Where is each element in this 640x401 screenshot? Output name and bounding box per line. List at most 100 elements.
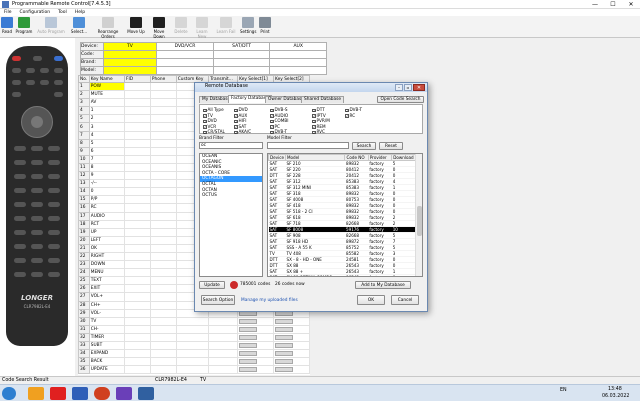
grid-cell[interactable] bbox=[149, 340, 177, 351]
filter-checkbox[interactable]: ✓RVC bbox=[312, 129, 325, 134]
grid-cell[interactable] bbox=[124, 154, 151, 164]
grid-cell[interactable] bbox=[124, 349, 151, 359]
grid-cell[interactable] bbox=[149, 130, 177, 140]
grid-cell[interactable] bbox=[149, 276, 177, 286]
maximize-button[interactable]: ☐ bbox=[604, 0, 622, 9]
grid-cell[interactable] bbox=[149, 146, 177, 156]
model-table-scrollbar[interactable] bbox=[415, 154, 422, 276]
grid-cell[interactable] bbox=[149, 114, 177, 124]
grid-cell[interactable] bbox=[124, 90, 151, 100]
learn-fail-button[interactable]: Learn Fail bbox=[214, 17, 238, 37]
move-down-button[interactable]: Move Down bbox=[148, 17, 170, 39]
grid-cell[interactable] bbox=[175, 332, 210, 343]
grid-cell[interactable] bbox=[149, 106, 177, 116]
key-name-cell[interactable]: AUDIO bbox=[88, 211, 126, 221]
filter-checkbox[interactable]: ✓AUX bbox=[234, 113, 247, 118]
grid-cell[interactable] bbox=[175, 349, 210, 359]
list-item[interactable]: OCTUS bbox=[200, 193, 262, 199]
grid-cell[interactable] bbox=[149, 195, 177, 205]
grid-cell[interactable] bbox=[124, 138, 151, 148]
key-name-cell[interactable]: UPDATE bbox=[88, 365, 126, 375]
manage-uploaded-files-link[interactable]: Manage my uploaded files bbox=[241, 298, 298, 303]
grid-cell[interactable] bbox=[273, 349, 310, 359]
key-name-cell[interactable]: 5 bbox=[88, 138, 126, 148]
model-cell-sat[interactable] bbox=[212, 66, 271, 75]
table-row[interactable]: 30 TV bbox=[78, 316, 310, 326]
grid-header[interactable]: Phone bbox=[149, 75, 177, 83]
grid-cell[interactable] bbox=[124, 300, 151, 310]
grid-cell[interactable] bbox=[124, 106, 151, 116]
open-code-search-button[interactable]: Open Code Search bbox=[377, 96, 424, 103]
grid-cell[interactable] bbox=[124, 251, 151, 262]
key-name-cell[interactable]: SUBT bbox=[88, 340, 126, 351]
key-name-cell[interactable]: 0 bbox=[88, 187, 126, 197]
key-name-cell[interactable]: AV bbox=[88, 98, 126, 108]
key-name-cell[interactable]: 9 bbox=[88, 171, 126, 181]
grid-header[interactable]: FID bbox=[124, 75, 151, 83]
add-to-my-database-button[interactable]: Add to My Database bbox=[355, 281, 411, 289]
device-tv[interactable]: TV bbox=[102, 42, 158, 51]
brand-list[interactable]: OCEAN OCEANIC OCEANIS OCTA - CORE OCTAGON OCT… bbox=[199, 153, 263, 277]
grid-cell[interactable] bbox=[237, 365, 275, 375]
grid-cell[interactable] bbox=[124, 365, 151, 375]
key-select-button[interactable] bbox=[239, 334, 258, 340]
grid-cell[interactable] bbox=[124, 243, 151, 253]
key-name-cell[interactable]: 1 bbox=[88, 106, 126, 116]
key-name-cell[interactable]: CH- bbox=[88, 324, 126, 334]
table-row[interactable]: 36 UPDATE bbox=[78, 365, 310, 375]
grid-cell[interactable] bbox=[149, 98, 177, 108]
grid-cell[interactable] bbox=[149, 138, 177, 148]
dialog-minimize-button[interactable]: – bbox=[395, 84, 403, 91]
select-button[interactable]: Select... bbox=[68, 17, 90, 37]
menu-file[interactable]: File bbox=[4, 10, 12, 15]
grid-cell[interactable] bbox=[124, 114, 151, 124]
model-cell[interactable] bbox=[102, 66, 158, 75]
grid-cell[interactable] bbox=[124, 340, 151, 351]
grid-cell[interactable] bbox=[175, 340, 210, 351]
grid-cell[interactable] bbox=[149, 122, 177, 132]
filter-checkbox[interactable]: ✓DVD bbox=[203, 118, 217, 123]
grid-cell[interactable] bbox=[149, 357, 177, 367]
language-indicator[interactable]: EN bbox=[560, 388, 567, 393]
grid-cell[interactable] bbox=[237, 316, 275, 326]
key-name-cell[interactable]: RC bbox=[88, 203, 126, 213]
dialog-maximize-button[interactable]: ▫ bbox=[404, 84, 412, 91]
grid-cell[interactable] bbox=[273, 316, 310, 326]
grid-cell[interactable] bbox=[237, 324, 275, 334]
grid-cell[interactable] bbox=[124, 332, 151, 343]
grid-cell[interactable] bbox=[273, 340, 310, 351]
key-select-button[interactable] bbox=[275, 334, 294, 340]
filter-checkbox[interactable]: ✓HIFI bbox=[234, 118, 247, 123]
code-cell-aux[interactable] bbox=[269, 50, 327, 59]
grid-cell[interactable] bbox=[237, 340, 275, 351]
grid-cell[interactable] bbox=[208, 349, 239, 359]
table-row[interactable]: SATSX 88 OPTIMA COMBO86543factory0 bbox=[268, 274, 416, 276]
grid-cell[interactable] bbox=[208, 340, 239, 351]
model-cell-dvd[interactable] bbox=[156, 66, 214, 75]
key-select-button[interactable] bbox=[239, 359, 258, 365]
key-select-button[interactable] bbox=[275, 367, 294, 373]
key-name-cell[interactable]: 6 bbox=[88, 146, 126, 156]
key-name-cell[interactable]: UP bbox=[88, 227, 126, 237]
search-button[interactable]: Search bbox=[352, 142, 376, 150]
filter-checkbox[interactable]: ✓DVB-S bbox=[270, 107, 288, 112]
key-name-cell[interactable]: OK bbox=[88, 243, 126, 253]
key-name-cell[interactable]: BACK bbox=[88, 357, 126, 367]
grid-cell[interactable] bbox=[149, 90, 177, 100]
search-option-button[interactable]: Search Option bbox=[201, 295, 235, 305]
key-select-button[interactable] bbox=[275, 326, 294, 332]
grid-cell[interactable] bbox=[124, 179, 151, 189]
grid-header[interactable]: No. bbox=[78, 75, 90, 83]
table-row[interactable]: 32 TIMER bbox=[78, 332, 310, 343]
key-name-cell[interactable]: LEFT bbox=[88, 235, 126, 245]
key-name-cell[interactable]: MENU bbox=[88, 268, 126, 278]
grid-cell[interactable] bbox=[237, 332, 275, 343]
learn-new-button[interactable]: Learn New bbox=[192, 17, 212, 39]
close-button[interactable]: ✕ bbox=[622, 0, 640, 9]
filter-checkbox[interactable]: ✓PC bbox=[270, 124, 280, 129]
grid-cell[interactable] bbox=[124, 187, 151, 197]
move-up-button[interactable]: Move Up bbox=[126, 17, 146, 37]
table-row[interactable]: 34 EXPAND bbox=[78, 349, 310, 359]
grid-cell[interactable] bbox=[149, 203, 177, 213]
grid-cell[interactable] bbox=[124, 195, 151, 205]
